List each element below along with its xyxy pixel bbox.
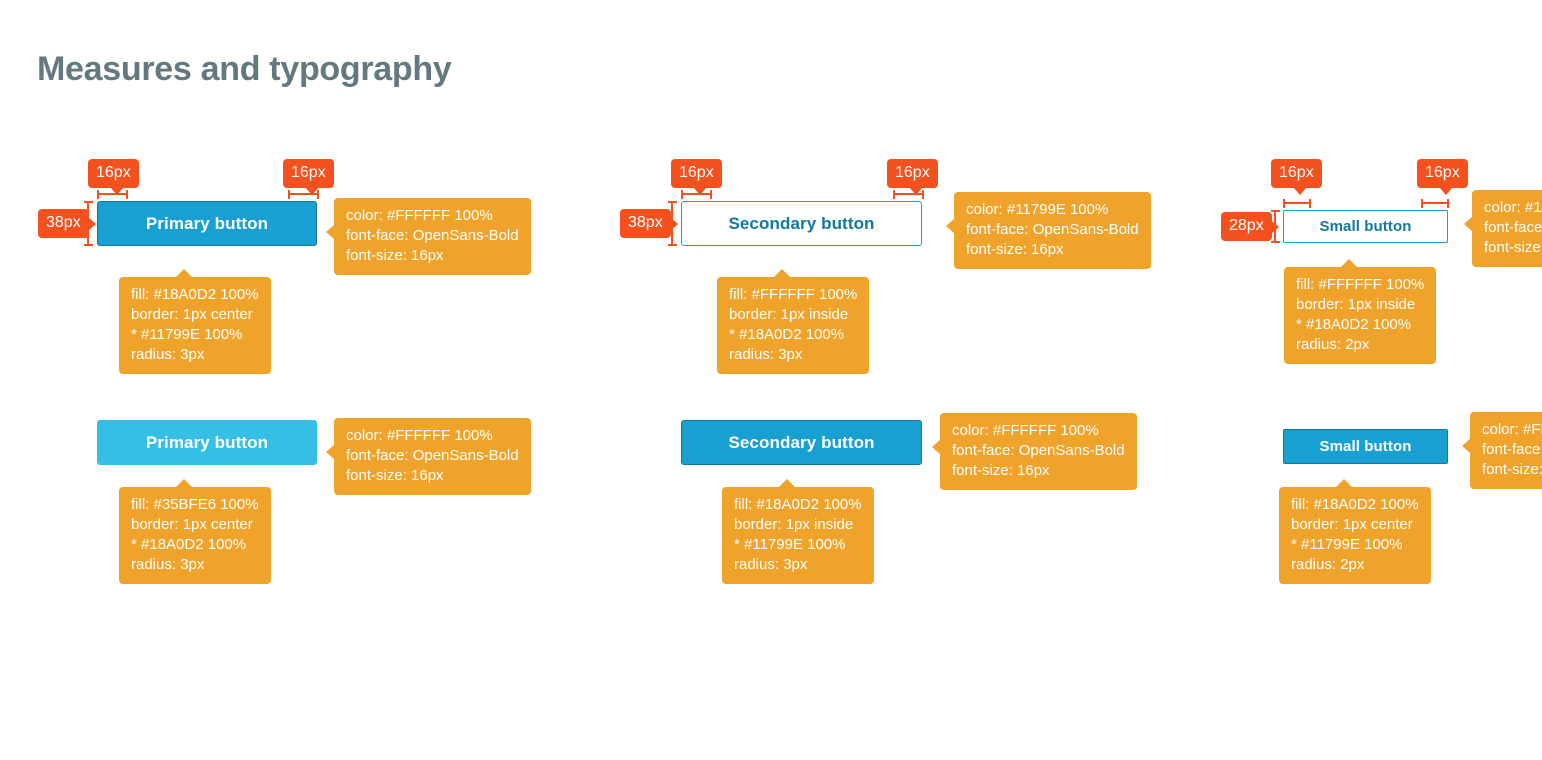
measure-badge-height: 38px [620,209,678,238]
spec-border-color: * #18A0D2 100% [729,326,845,343]
spec-radius: radius: 3px [729,346,803,363]
spec-color: color: #11799E 100% [1484,199,1542,216]
spec-border-color: * #11799E 100% [734,536,846,553]
spec-border: border: 1px inside [1296,296,1416,313]
spec-border: border: 1px center [131,516,253,533]
typography-spec-callout: color: #FFFFFF 100% font-face: OpenSans-… [1462,412,1542,489]
button-label: Secondary button [728,213,875,233]
padding-left-dimension-rule [1283,199,1311,208]
design-spec-canvas: Measures and typography Primary button 3… [0,0,1542,760]
typography-spec-callout: color: #FFFFFF 100% font-face: OpenSans-… [326,198,531,275]
spec-border-color: * #11799E 100% [1291,536,1403,553]
spec-fill: fill: #18A0D2 100% [734,496,862,513]
measure-badge-padding-right: 16px [1417,159,1468,195]
spec-font-size: font-size: 16px [346,467,444,484]
spec-font-face: font-face: OpenSans-Bold [346,227,519,244]
spec-fill: fill: #FFFFFF 100% [729,286,858,303]
spec-border-color: * #18A0D2 100% [1296,316,1412,333]
measure-badge-padding-right: 16px [283,159,334,195]
measure-badge-height: 38px [38,209,96,238]
spec-border: border: 1px center [1291,516,1413,533]
spec-color: color: #FFFFFF 100% [952,422,1099,439]
spec-font-face: font-face: OpenSans-Bold [952,442,1125,459]
spec-font-size: font-size: 16px [952,462,1050,479]
spec-radius: radius: 3px [734,556,808,573]
secondary-button-hover[interactable]: Secondary button [681,420,922,465]
spec-border-color: * #11799E 100% [131,326,243,343]
page-title: Measures and typography [37,50,452,88]
small-button-hover[interactable]: Small button [1283,429,1448,464]
spec-fill: fill: #18A0D2 100% [1291,496,1419,513]
spec-font-size: font-size: 16px [346,247,444,264]
typography-spec-callout: color: #FFFFFF 100% font-face: OpenSans-… [932,413,1137,490]
typography-spec-callout: color: #11799E 100% font-face: OpenSans-… [946,192,1151,269]
primary-button-default[interactable]: Primary button [97,201,317,246]
primary-button-hover[interactable]: Primary button [97,420,317,465]
measure-badge-padding-right: 16px [887,159,938,195]
spec-font-face: font-face: OpenSans-Bold [966,221,1139,238]
small-button-default[interactable]: Small button [1283,210,1448,243]
button-label: Secondary button [728,432,875,452]
box-spec-callout: fill: #18A0D2 100% border: 1px inside * … [722,479,874,584]
measure-badge-padding-left: 16px [671,159,722,195]
spec-font-face: font-face: OpenSans-Bold [1484,219,1542,236]
secondary-button-default[interactable]: Secondary button [681,201,922,246]
spec-radius: radius: 2px [1291,556,1365,573]
measure-badge-padding-left: 16px [1271,159,1322,195]
box-spec-callout: fill: #18A0D2 100% border: 1px center * … [1279,479,1431,584]
box-spec-callout: fill: #35BFE6 100% border: 1px center * … [119,479,271,584]
spec-border: border: 1px inside [729,306,849,323]
spec-font-size: font-size: 16px [1484,239,1542,256]
spec-radius: radius: 3px [131,556,205,573]
typography-spec-callout: color: #FFFFFF 100% font-face: OpenSans-… [326,418,531,495]
spec-border: border: 1px inside [734,516,854,533]
typography-spec-callout: color: #11799E 100% font-face: OpenSans-… [1464,190,1542,267]
measure-badge-padding-left: 16px [88,159,139,195]
spec-border-color: * #18A0D2 100% [131,536,247,553]
measure-badge-height: 28px [1221,212,1279,241]
spec-font-size: font-size: 16px [1482,461,1542,478]
spec-color: color: #FFFFFF 100% [1482,421,1542,438]
button-label: Primary button [145,213,269,233]
box-spec-callout: fill: #FFFFFF 100% border: 1px inside * … [1284,259,1437,364]
padding-right-dimension-rule [1421,199,1449,208]
button-label: Small button [1319,438,1412,455]
spec-color: color: #FFFFFF 100% [346,207,493,224]
spec-color: color: #11799E 100% [966,201,1109,218]
spec-font-face: font-face: OpenSans-Bold [346,447,519,464]
spec-font-face: font-face: OpenSans-Bold [1482,441,1542,458]
button-label: Small button [1319,218,1412,235]
box-spec-callout: fill: #FFFFFF 100% border: 1px inside * … [717,269,870,374]
spec-font-size: font-size: 16px [966,241,1064,258]
spec-border: border: 1px center [131,306,253,323]
spec-fill: fill: #18A0D2 100% [131,286,259,303]
spec-radius: radius: 2px [1296,336,1370,353]
spec-color: color: #FFFFFF 100% [346,427,493,444]
spec-fill: fill: #35BFE6 100% [131,496,259,513]
box-spec-callout: fill: #18A0D2 100% border: 1px center * … [119,269,271,374]
spec-radius: radius: 3px [131,346,205,363]
spec-fill: fill: #FFFFFF 100% [1296,276,1425,293]
button-label: Primary button [145,432,269,452]
